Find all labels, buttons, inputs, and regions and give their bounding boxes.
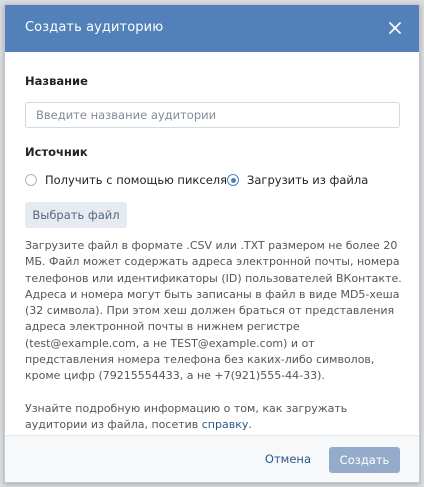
radio-unchecked-icon [25,174,37,186]
more-info-end: . [248,417,252,431]
source-label: Источник [25,145,88,159]
description-text: Загрузите файл в формате .CSV или .TXT р… [25,239,402,383]
close-icon [389,22,401,34]
name-label: Название [25,74,88,88]
more-info-prefix: Узнайте подробную информацию о том, как … [25,401,348,431]
cancel-button[interactable]: Отмена [265,452,311,466]
radio-file-source[interactable]: Загрузить из файла [227,172,368,188]
dialog-body: Название Источник Получить с помощью пик… [5,52,419,438]
create-audience-dialog: Создать аудиторию Название Источник Полу… [4,4,420,483]
help-link[interactable]: справку [202,418,249,431]
dialog-title: Создать аудиторию [25,20,164,35]
more-info-text: Узнайте подробную информацию о том, как … [25,401,405,434]
audience-name-input[interactable] [25,102,400,128]
radio-file-label: Загрузить из файла [247,173,369,187]
close-button[interactable] [385,18,405,38]
choose-file-button[interactable]: Выбрать файл [25,202,127,228]
dialog-header: Создать аудиторию [5,5,419,52]
radio-checked-icon [227,174,239,186]
radio-pixel-source[interactable]: Получить с помощью пикселя [25,172,227,188]
dialog-footer: Отмена Создать [5,435,419,482]
create-button[interactable]: Создать [329,447,400,473]
upload-description: Загрузите файл в формате .CSV или .TXT р… [25,238,405,433]
radio-pixel-label: Получить с помощью пикселя [45,173,228,187]
